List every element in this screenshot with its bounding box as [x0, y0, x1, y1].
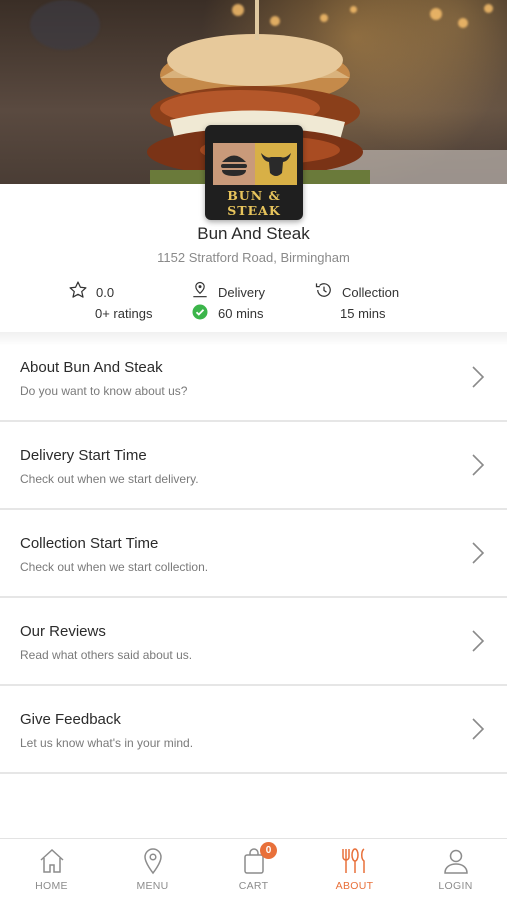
store-name: Bun And Steak [197, 224, 310, 243]
row-title: About Bun And Steak [20, 359, 163, 376]
clock-history-icon [314, 280, 334, 303]
row-title: Collection Start Time [20, 535, 159, 552]
cart-count-badge: 0 [260, 842, 277, 859]
our-reviews-row[interactable]: Our Reviews Read what others said about … [0, 598, 507, 686]
give-feedback-row[interactable]: Give Feedback Let us know what's in your… [0, 686, 507, 774]
delivery-start-time-row[interactable]: Delivery Start Time Check out when we st… [0, 422, 507, 510]
bottom-nav: HOME MENU 0 CART ABOUT LOGIN [0, 838, 507, 901]
nav-label: ABOUT [335, 880, 374, 892]
row-title: Give Feedback [20, 711, 121, 728]
burger-icon [213, 143, 255, 185]
nav-menu[interactable]: MENU [102, 839, 203, 901]
cutlery-icon [304, 846, 405, 876]
delivery-pin-icon [190, 280, 210, 303]
collection-start-time-row[interactable]: Collection Start Time Check out when we … [0, 510, 507, 598]
about-us-row[interactable]: About Bun And Steak Do you want to know … [0, 334, 507, 422]
home-icon [1, 846, 102, 876]
rating-count: 0+ ratings [95, 306, 153, 321]
row-title: Delivery Start Time [20, 447, 147, 464]
nav-label: MENU [136, 880, 169, 892]
chevron-right-icon [471, 453, 485, 482]
nav-label: CART [238, 880, 269, 892]
collection-stat: Collection 15 mins [314, 280, 424, 325]
bull-head-icon [255, 143, 297, 185]
delivery-time: 60 mins [218, 306, 264, 321]
store-address: 1152 Stratford Road, Birmingham [157, 250, 350, 265]
user-icon [405, 846, 506, 876]
about-menu-list: About Bun And Steak Do you want to know … [0, 334, 507, 774]
chevron-right-icon [471, 541, 485, 570]
chevron-right-icon [471, 629, 485, 658]
nav-label: LOGIN [438, 880, 473, 892]
row-subtitle: Let us know what's in your mind. [20, 736, 194, 750]
logo-text: BUN & STEAK [227, 188, 281, 218]
check-circle-icon [192, 304, 208, 323]
star-icon [68, 280, 88, 303]
delivery-stat: Delivery 60 mins [190, 280, 300, 325]
shopping-bag-icon [203, 846, 304, 876]
nav-home[interactable]: HOME [1, 839, 102, 901]
nav-label: HOME [35, 880, 68, 892]
location-pin-icon [102, 846, 203, 876]
delivery-label: Delivery [218, 285, 265, 300]
chevron-right-icon [471, 717, 485, 746]
chevron-right-icon [471, 365, 485, 394]
nav-cart[interactable]: 0 CART [203, 839, 304, 901]
nav-login[interactable]: LOGIN [405, 839, 506, 901]
row-title: Our Reviews [20, 623, 106, 640]
rating-value: 0.0 [96, 285, 115, 300]
restaurant-logo: BUN & STEAK [205, 125, 303, 220]
row-subtitle: Check out when we start collection. [20, 560, 209, 574]
collection-label: Collection [342, 285, 400, 300]
nav-about[interactable]: ABOUT [304, 839, 405, 901]
rating-stat: 0.0 0+ ratings [68, 280, 178, 325]
collection-time: 15 mins [340, 306, 386, 321]
row-subtitle: Check out when we start delivery. [20, 472, 199, 486]
row-subtitle: Read what others said about us. [20, 648, 193, 662]
row-subtitle: Do you want to know about us? [20, 384, 188, 398]
